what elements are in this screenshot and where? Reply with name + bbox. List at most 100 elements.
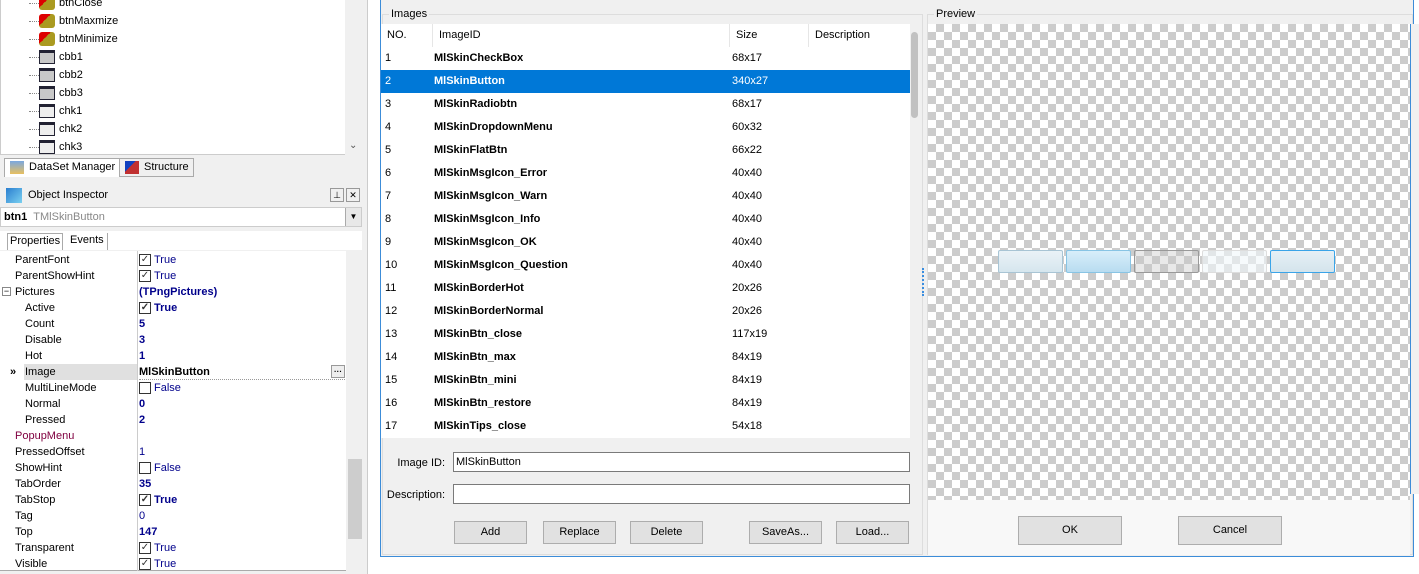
property-value[interactable]: ✓ True [139,556,345,572]
tree-item[interactable]: btnClose [39,0,102,12]
property-row[interactable]: PressedOffset 1 [0,444,345,460]
property-row[interactable]: TabOrder 35 [0,476,345,492]
splitter-handle[interactable] [922,268,925,296]
checkbox[interactable]: ✓ [139,254,151,266]
property-row[interactable]: TabStop ✓ True [0,492,345,508]
property-value[interactable]: False [139,380,345,396]
property-row[interactable]: ParentFont ✓ True [0,252,345,268]
property-row[interactable]: Visible ✓ True [0,556,345,572]
checkbox[interactable]: ✓ [139,302,151,314]
property-grid-scrollbar[interactable] [346,251,362,571]
property-value[interactable]: MlSkinButton ··· [139,364,345,380]
property-value[interactable]: False [139,460,345,476]
tree-item[interactable]: cbb2 [39,66,83,84]
image-id-input[interactable]: MlSkinButton [453,452,910,472]
column-header-imageid[interactable]: ImageID [433,24,730,47]
scrollbar-thumb[interactable] [348,459,362,539]
property-value[interactable]: 2 [139,412,345,428]
checkbox[interactable]: ✓ [139,542,151,554]
checkbox[interactable]: ✓ [139,494,151,506]
property-row[interactable]: Transparent ✓ True [0,540,345,556]
saveas-button[interactable]: SaveAs... [749,521,822,544]
property-row[interactable]: Hot 1 [0,348,345,364]
tree-item[interactable]: cbb3 [39,84,83,102]
list-row[interactable]: 2 MlSkinButton 340x27 [381,70,910,93]
property-row[interactable]: ShowHint False [0,460,345,476]
list-row[interactable]: 8 MlSkinMsgIcon_Info 40x40 [381,208,910,231]
checkbox[interactable] [139,382,151,394]
pin-icon[interactable]: ⊥ [330,188,344,202]
property-value[interactable]: 35 [139,476,345,492]
property-row[interactable]: » Image MlSkinButton ··· [0,364,345,380]
load-button[interactable]: Load... [836,521,909,544]
tree-item[interactable]: cbb1 [39,48,83,66]
tree-scrollbar[interactable]: ⌄ [345,0,362,155]
list-row[interactable]: 14 MlSkinBtn_max 84x19 [381,346,910,369]
property-row[interactable]: Disable 3 [0,332,345,348]
tab-properties[interactable]: Properties [7,233,64,250]
column-header-no[interactable]: NO. [381,24,433,47]
property-value[interactable]: 1 [139,348,345,364]
tree-item[interactable]: btnMaxmize [39,12,118,30]
checkbox[interactable]: ✓ [139,270,151,282]
property-row[interactable]: MultiLineMode False [0,380,345,396]
chevron-down-icon[interactable]: ▼ [345,208,361,226]
property-value[interactable]: 3 [139,332,345,348]
property-value[interactable]: ✓ True [139,268,345,284]
tab-events[interactable]: Events [67,233,108,250]
property-value[interactable]: ✓ True [139,492,345,508]
list-row[interactable]: 15 MlSkinBtn_mini 84x19 [381,369,910,392]
close-icon[interactable]: ✕ [346,188,360,202]
checkbox[interactable] [139,462,151,474]
property-value[interactable]: (TPngPictures) [139,284,345,300]
list-row[interactable]: 1 MlSkinCheckBox 68x17 [381,47,910,70]
list-row[interactable]: 16 MlSkinBtn_restore 84x19 [381,392,910,415]
tree-item[interactable]: chk1 [39,102,82,120]
property-row[interactable]: ParentShowHint ✓ True [0,268,345,284]
cancel-button[interactable]: Cancel [1178,516,1282,545]
ok-button[interactable]: OK [1018,516,1122,545]
images-list[interactable]: NO. ImageID Size Description 1 MlSkinChec… [381,24,910,438]
property-value[interactable]: ✓ True [139,252,345,268]
property-value[interactable]: 147 [139,524,345,540]
right-scrollbar[interactable] [1410,24,1419,494]
list-row[interactable]: 3 MlSkinRadiobtn 68x17 [381,93,910,116]
list-row[interactable]: 9 MlSkinMsgIcon_OK 40x40 [381,231,910,254]
object-selector-combo[interactable]: btn1 TMlSkinButton ▼ [0,207,362,227]
property-row[interactable]: Pressed 2 [0,412,345,428]
add-button[interactable]: Add [454,521,527,544]
tab-structure[interactable]: Structure [119,158,194,177]
property-row[interactable]: PopupMenu [0,428,345,444]
property-row[interactable]: − Pictures (TPngPictures) [0,284,345,300]
property-value[interactable]: ✓ True [139,300,345,316]
ellipsis-button[interactable]: ··· [331,365,345,378]
column-header-size[interactable]: Size [730,24,809,47]
property-row[interactable]: Top 147 [0,524,345,540]
list-scrollbar-thumb[interactable] [911,32,918,118]
property-value[interactable]: 0 [139,396,345,412]
replace-button[interactable]: Replace [543,521,616,544]
list-row[interactable]: 17 MlSkinTips_close 54x18 [381,415,910,438]
property-value[interactable]: 0 [139,508,345,524]
list-row[interactable]: 12 MlSkinBorderNormal 20x26 [381,300,910,323]
list-row[interactable]: 5 MlSkinFlatBtn 66x22 [381,139,910,162]
property-row[interactable]: Tag 0 [0,508,345,524]
property-row[interactable]: Count 5 [0,316,345,332]
property-row[interactable]: Active ✓ True [0,300,345,316]
tree-item[interactable]: chk3 [39,138,82,154]
list-row[interactable]: 7 MlSkinMsgIcon_Warn 40x40 [381,185,910,208]
delete-button[interactable]: Delete [630,521,703,544]
collapse-icon[interactable]: − [2,287,11,296]
list-row[interactable]: 13 MlSkinBtn_close 117x19 [381,323,910,346]
property-value[interactable] [139,428,345,444]
column-header-description[interactable]: Description [809,24,910,47]
tree-item[interactable]: btnMinimize [39,30,118,48]
list-row[interactable]: 11 MlSkinBorderHot 20x26 [381,277,910,300]
property-value[interactable]: 1 [139,444,345,460]
checkbox[interactable]: ✓ [139,558,151,570]
property-row[interactable]: Normal 0 [0,396,345,412]
tree-item[interactable]: chk2 [39,120,82,138]
property-value[interactable]: 5 [139,316,345,332]
list-row[interactable]: 4 MlSkinDropdownMenu 60x32 [381,116,910,139]
list-row[interactable]: 10 MlSkinMsgIcon_Question 40x40 [381,254,910,277]
